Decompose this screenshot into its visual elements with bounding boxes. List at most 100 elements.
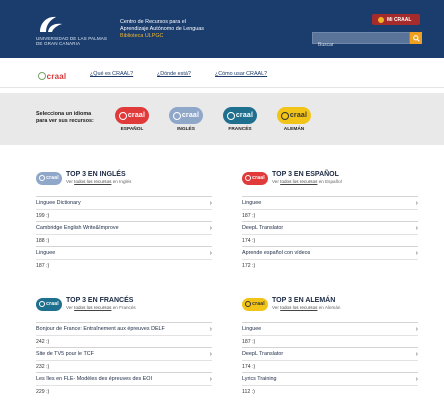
ulpgc-logo-icon[interactable] — [36, 14, 66, 36]
section-logo-text: craal — [46, 301, 59, 307]
subtitle-suffix: en Inglés — [111, 179, 132, 184]
search-icon — [412, 34, 420, 42]
search-input[interactable] — [313, 40, 409, 50]
language-option-frances[interactable]: craal FRANCÉS — [220, 107, 260, 132]
nav-link-donde-esta[interactable]: ¿Dónde está? — [157, 71, 191, 77]
resource-row[interactable]: Linguee › 187 :) — [242, 196, 418, 221]
resource-rating: 174 :) — [242, 234, 418, 244]
language-label: FRANCÉS — [228, 127, 252, 132]
resource-name[interactable]: Linguee Dictionary — [36, 200, 81, 206]
resource-row[interactable]: DeepL Translator › 174 :) — [242, 347, 418, 372]
section-logo-text: craal — [46, 175, 59, 181]
site-header: UNIVERSIDAD DE LAS PALMAS DE GRAN CANARI… — [0, 0, 444, 58]
resource-name[interactable]: DeepL Translator — [242, 351, 283, 357]
resource-rating: 187 :) — [36, 259, 212, 269]
resource-rating: 172 :) — [242, 259, 418, 269]
chevron-right-icon[interactable]: › — [416, 351, 418, 358]
resource-name[interactable]: Lyrics Training — [242, 376, 277, 382]
resource-name[interactable]: Linguee — [242, 326, 261, 332]
mi-craal-button[interactable]: Mi CRAAL — [372, 14, 420, 25]
language-label: ALEMÁN — [283, 127, 305, 132]
chevron-right-icon[interactable]: › — [416, 200, 418, 207]
craal-spanish-logo-icon: craal — [115, 107, 149, 124]
nav-link-que-es[interactable]: ¿Qué es CRAAL? — [90, 71, 133, 77]
chevron-right-icon[interactable]: › — [416, 225, 418, 232]
resource-row[interactable]: Aprende español con vídeos › 172 :) — [242, 246, 418, 271]
all-resources-link[interactable]: todos los recursos — [74, 305, 111, 310]
resource-row[interactable]: Les îles en FLE- Modèles des épreuves de… — [36, 372, 212, 397]
craal-ring-icon — [245, 175, 252, 181]
chevron-right-icon[interactable]: › — [416, 376, 418, 383]
section-title: TOP 3 EN ESPAÑOL — [272, 171, 339, 178]
resource-row[interactable]: Lyrics Training › 112 :) — [242, 372, 418, 397]
craal-logo-icon: craal — [34, 69, 70, 83]
craal-ring-icon — [37, 72, 46, 80]
top3-german: craal TOP 3 EN ALEMÁN Ver todos los recu… — [242, 294, 418, 397]
top3-french: craal TOP 3 EN FRANCÉS Ver todos los rec… — [36, 294, 212, 397]
all-resources-link[interactable]: todos los recursos — [280, 179, 317, 184]
all-resources-link[interactable]: todos los recursos — [74, 179, 111, 184]
section-heading: TOP 3 EN ALEMÁN Ver todos los recursos e… — [272, 297, 340, 311]
language-selector: Selecciona un idioma para ver sus recurs… — [0, 93, 444, 145]
chevron-right-icon[interactable]: › — [416, 250, 418, 257]
lang-logo-text: craal — [181, 112, 200, 119]
resource-row[interactable]: Linguee › 187 :) — [242, 322, 418, 347]
section-title: TOP 3 EN INGLÉS — [66, 171, 126, 178]
resource-rating: 199 :) — [36, 209, 212, 219]
language-option-aleman[interactable]: craal ALEMÁN — [274, 107, 314, 132]
chevron-right-icon[interactable]: › — [210, 326, 212, 333]
resource-row[interactable]: Site de TV5 pour le TCF › 232 :) — [36, 347, 212, 372]
resource-name[interactable]: Linguee — [36, 250, 55, 256]
site-title-line1: Centro de Recursos para el — [120, 19, 186, 25]
craal-spanish-logo-icon: craal — [242, 171, 268, 185]
craal-ring-icon — [172, 111, 181, 120]
resource-row[interactable]: Linguee › 187 :) — [36, 246, 212, 271]
resource-rating: 187 :) — [242, 335, 418, 345]
section-header: craal TOP 3 EN INGLÉS Ver todos los recu… — [36, 168, 212, 188]
resource-name[interactable]: Les îles en FLE- Modèles des épreuves de… — [36, 376, 152, 382]
resource-row[interactable]: Linguee Dictionary › 199 :) — [36, 196, 212, 221]
section-title: TOP 3 EN ALEMÁN — [272, 297, 336, 304]
chevron-right-icon[interactable]: › — [210, 376, 212, 383]
lang-logo-text: craal — [235, 112, 254, 119]
resource-name[interactable]: DeepL Translator — [242, 225, 283, 231]
library-name[interactable]: Biblioteca ULPGC — [120, 33, 204, 40]
section-subtitle: Ver todos los recursos en Español — [272, 179, 342, 185]
craal-home-logo[interactable]: craal — [34, 67, 70, 85]
resource-name[interactable]: Aprende español con vídeos — [242, 250, 310, 256]
craal-german-logo-icon: craal — [277, 107, 311, 124]
subtitle-suffix: en Español — [317, 179, 342, 184]
resource-rating: 174 :) — [242, 360, 418, 370]
chevron-right-icon[interactable]: › — [210, 250, 212, 257]
resource-row[interactable]: DeepL Translator › 174 :) — [242, 221, 418, 246]
section-heading: TOP 3 EN ESPAÑOL Ver todos los recursos … — [272, 171, 342, 185]
resource-name[interactable]: Bonjour de France: Entraînement aux épre… — [36, 326, 165, 332]
chevron-right-icon[interactable]: › — [210, 200, 212, 207]
resource-rating: 229 :) — [36, 385, 212, 395]
subtitle-prefix: Ver — [66, 305, 75, 310]
resource-rating: 232 :) — [36, 360, 212, 370]
search-button[interactable] — [410, 32, 422, 44]
craal-ring-icon — [118, 111, 127, 120]
resource-name[interactable]: Linguee — [242, 200, 261, 206]
section-logo-text: craal — [252, 301, 265, 307]
section-header: craal TOP 3 EN FRANCÉS Ver todos los rec… — [36, 294, 212, 314]
language-option-espanol[interactable]: craal ESPAÑOL — [112, 107, 152, 132]
resource-row[interactable]: Bonjour de France: Entraînement aux épre… — [36, 322, 212, 347]
chevron-right-icon[interactable]: › — [210, 225, 212, 232]
site-title-line2: Aprendizaje Autónomo de Lenguas — [120, 26, 204, 32]
intro-line1: Selecciona un idioma — [36, 111, 92, 117]
resource-name[interactable]: Cambridge English Write&Improve — [36, 225, 119, 231]
section-header: craal TOP 3 EN ESPAÑOL Ver todos los rec… — [242, 168, 418, 188]
craal-english-logo-icon: craal — [169, 107, 203, 124]
resource-name[interactable]: Site de TV5 pour le TCF — [36, 351, 94, 357]
chevron-right-icon[interactable]: › — [210, 351, 212, 358]
nav-link-como-usar[interactable]: ¿Cómo usar CRAAL? — [215, 71, 267, 77]
language-option-ingles[interactable]: craal INGLÉS — [166, 107, 206, 132]
subtitle-prefix: Ver — [272, 179, 281, 184]
all-resources-link[interactable]: todos los recursos — [280, 305, 317, 310]
resource-row[interactable]: Cambridge English Write&Improve › 188 :) — [36, 221, 212, 246]
chevron-right-icon[interactable]: › — [416, 326, 418, 333]
section-logo-text: craal — [252, 175, 265, 181]
craal-german-logo-icon: craal — [242, 297, 268, 311]
